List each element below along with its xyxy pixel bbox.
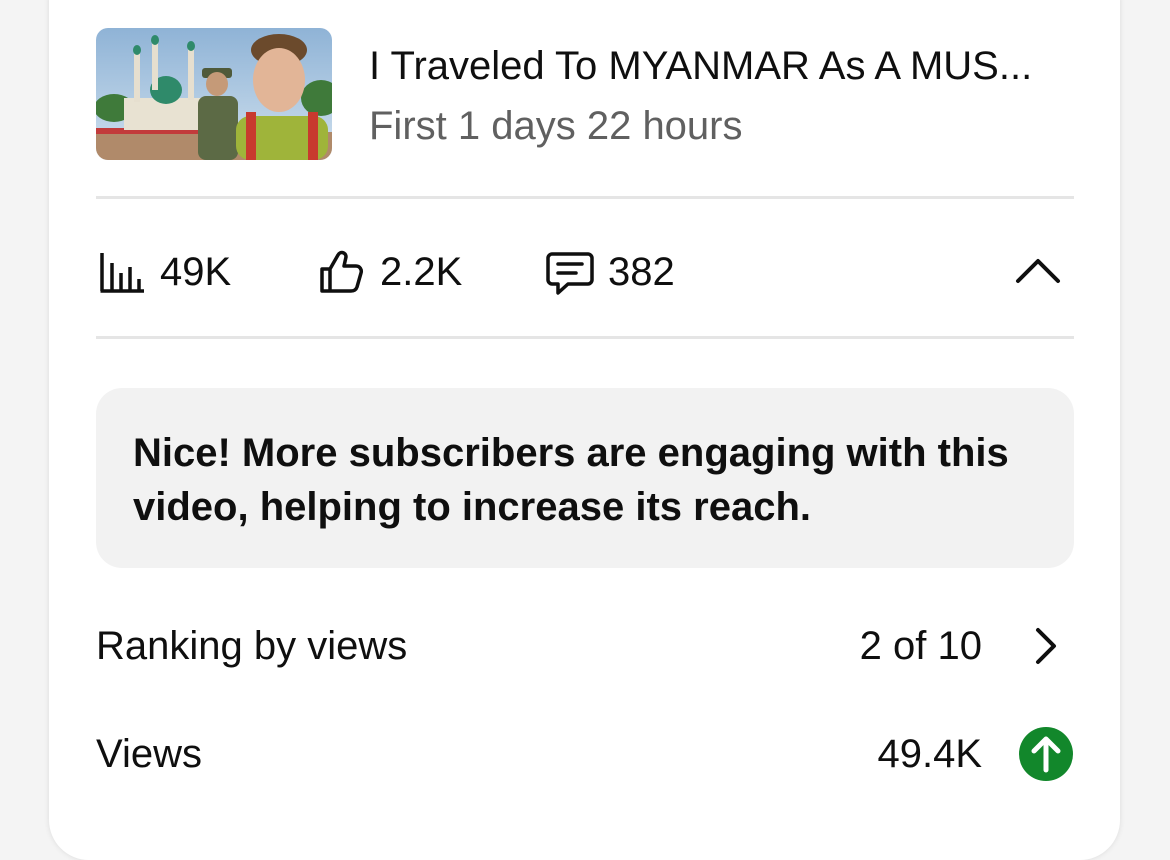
comment-icon [544, 246, 596, 298]
collapse-button[interactable] [1012, 246, 1064, 298]
views-row[interactable]: Views 49.4K [96, 722, 1074, 786]
video-age-label: First 1 days 22 hours [369, 104, 743, 148]
views-value: 49.4K [877, 732, 982, 776]
video-title[interactable]: I Traveled To MYANMAR As A MUS... [369, 42, 1032, 90]
video-thumbnail[interactable] [96, 28, 332, 160]
divider [96, 336, 1074, 339]
divider [96, 196, 1074, 199]
comments-stat: 382 [544, 240, 675, 304]
bar-chart-icon [96, 246, 148, 298]
stats-row[interactable]: 49K 2.2K 382 [96, 240, 1074, 304]
views-stat: 49K [96, 240, 231, 304]
chevron-right-icon[interactable] [1018, 618, 1074, 674]
arrow-up-circle-icon [1018, 726, 1074, 782]
ranking-label: Ranking by views [96, 624, 408, 668]
likes-count: 2.2K [380, 250, 463, 294]
video-thumbnail-image [96, 28, 332, 160]
insight-banner: Nice! More subscribers are engaging with… [96, 388, 1074, 568]
ranking-value: 2 of 10 [859, 624, 982, 668]
comments-count: 382 [608, 250, 675, 294]
video-summary[interactable]: I Traveled To MYANMAR As A MUS... First … [96, 28, 1074, 160]
chevron-up-icon [1015, 255, 1061, 290]
views-label: Views [96, 732, 202, 776]
ranking-row[interactable]: Ranking by views 2 of 10 [96, 614, 1074, 678]
views-count: 49K [160, 250, 232, 294]
insight-text: Nice! More subscribers are engaging with… [133, 431, 1009, 529]
likes-stat: 2.2K [316, 240, 462, 304]
thumbs-up-icon [316, 246, 368, 298]
